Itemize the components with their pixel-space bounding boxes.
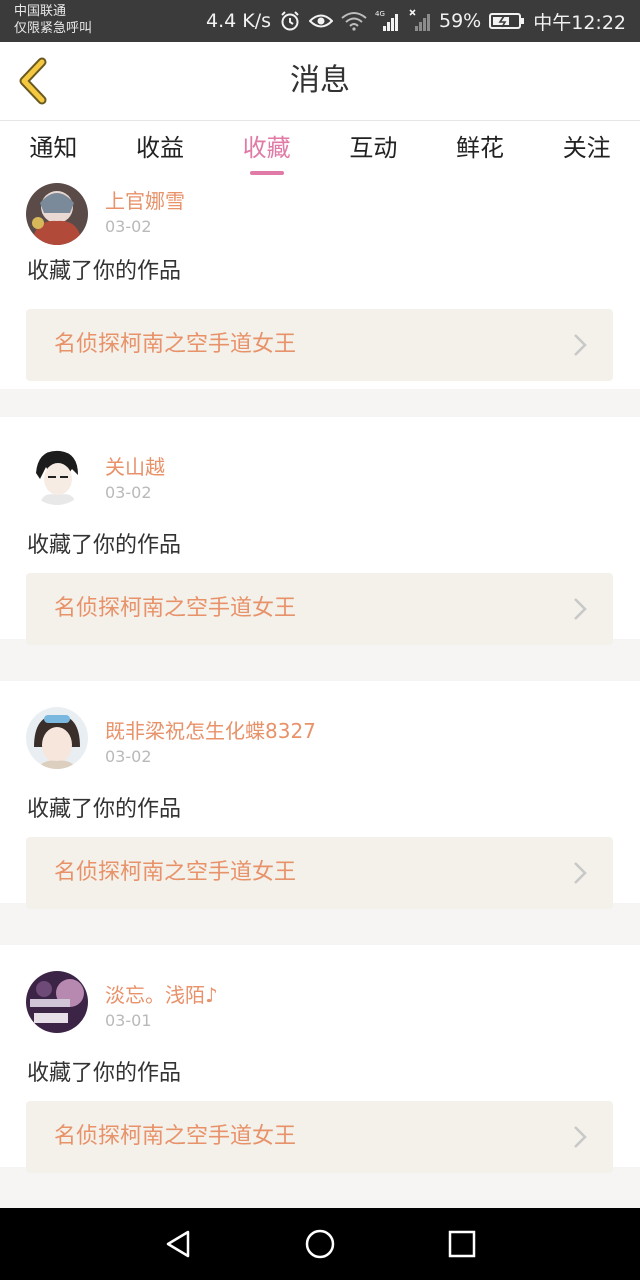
- tab-follows[interactable]: 关注: [533, 121, 640, 177]
- page-title: 消息: [290, 63, 350, 98]
- home-circle-icon: [305, 1229, 335, 1259]
- list-item: 关山越 03-02 收藏了你的作品 名侦探柯南之空手道女王: [0, 417, 640, 645]
- signal-icon: 4G: [375, 9, 401, 33]
- nav-recents-button[interactable]: [444, 1226, 480, 1262]
- wifi-icon: [341, 11, 367, 31]
- status-bar: 中国联通 仅限紧急呼叫 4.4 K/s 4G 59% 中午12:22: [0, 0, 640, 42]
- message-text: 收藏了你的作品: [27, 533, 182, 558]
- back-triangle-icon: [166, 1230, 190, 1258]
- message-text: 收藏了你的作品: [27, 259, 182, 284]
- system-nav-bar: [0, 1208, 640, 1280]
- username[interactable]: 既非梁祝怎生化蝶8327: [105, 715, 316, 744]
- app-header: 消息: [0, 42, 640, 121]
- list-item: 既非梁祝怎生化蝶8327 03-02 收藏了你的作品 名侦探柯南之空手道女王: [0, 681, 640, 909]
- tab-flowers[interactable]: 鲜花: [427, 121, 534, 177]
- recents-square-icon: [448, 1230, 476, 1258]
- nav-home-button[interactable]: [302, 1226, 338, 1262]
- no-signal-icon: [409, 9, 431, 33]
- username[interactable]: 关山越: [105, 451, 165, 480]
- status-icons: 4.4 K/s 4G 59% 中午12:22: [206, 0, 626, 42]
- list-item: 淡忘。浅陌♪ 03-01 收藏了你的作品 名侦探柯南之空手道女王: [0, 945, 640, 1173]
- battery-percent: 59%: [439, 10, 482, 32]
- network-speed: 4.4 K/s: [205, 10, 271, 32]
- work-link[interactable]: 名侦探柯南之空手道女王: [26, 309, 613, 381]
- battery-icon: [489, 12, 525, 30]
- tab-earnings[interactable]: 收益: [107, 121, 214, 177]
- list-item: 上官娜雪 03-02 收藏了你的作品 名侦探柯南之空手道女王: [0, 177, 640, 389]
- chevron-right-icon: [574, 1126, 587, 1148]
- carrier-status: 仅限紧急呼叫: [14, 21, 93, 36]
- message-date: 03-01: [105, 1011, 152, 1030]
- message-date: 03-02: [105, 747, 152, 766]
- chevron-right-icon: [574, 334, 587, 356]
- avatar[interactable]: [26, 707, 88, 769]
- message-date: 03-02: [105, 483, 152, 502]
- work-link[interactable]: 名侦探柯南之空手道女王: [26, 573, 613, 645]
- work-title: 名侦探柯南之空手道女王: [54, 860, 297, 885]
- message-list[interactable]: 上官娜雪 03-02 收藏了你的作品 名侦探柯南之空手道女王 关山越 03-02…: [0, 177, 640, 1208]
- work-title: 名侦探柯南之空手道女王: [54, 596, 297, 621]
- tab-bar: 通知 收益 收藏 互动 鲜花 关注: [0, 121, 640, 177]
- chevron-right-icon: [574, 598, 587, 620]
- avatar[interactable]: [26, 183, 88, 245]
- clock: 中午12:22: [533, 11, 626, 34]
- alarm-icon: [279, 10, 301, 32]
- message-date: 03-02: [105, 217, 152, 236]
- chevron-right-icon: [574, 862, 587, 884]
- network-type: 4G: [375, 10, 385, 18]
- work-link[interactable]: 名侦探柯南之空手道女王: [26, 837, 613, 909]
- work-link[interactable]: 名侦探柯南之空手道女王: [26, 1101, 613, 1173]
- carrier-info: 中国联通 仅限紧急呼叫: [14, 3, 92, 37]
- message-text: 收藏了你的作品: [27, 797, 182, 822]
- username[interactable]: 淡忘。浅陌♪: [105, 979, 218, 1008]
- tab-notifications[interactable]: 通知: [0, 121, 107, 177]
- work-title: 名侦探柯南之空手道女王: [54, 1124, 297, 1149]
- avatar[interactable]: [26, 443, 88, 505]
- eye-icon: [309, 12, 333, 30]
- carrier-name: 中国联通: [14, 4, 67, 19]
- tab-favorites[interactable]: 收藏: [213, 121, 320, 177]
- nav-back-button[interactable]: [160, 1226, 196, 1262]
- avatar[interactable]: [26, 971, 88, 1033]
- work-title: 名侦探柯南之空手道女王: [54, 332, 297, 357]
- username[interactable]: 上官娜雪: [105, 185, 185, 214]
- message-text: 收藏了你的作品: [27, 1061, 182, 1086]
- tab-interactions[interactable]: 互动: [320, 121, 427, 177]
